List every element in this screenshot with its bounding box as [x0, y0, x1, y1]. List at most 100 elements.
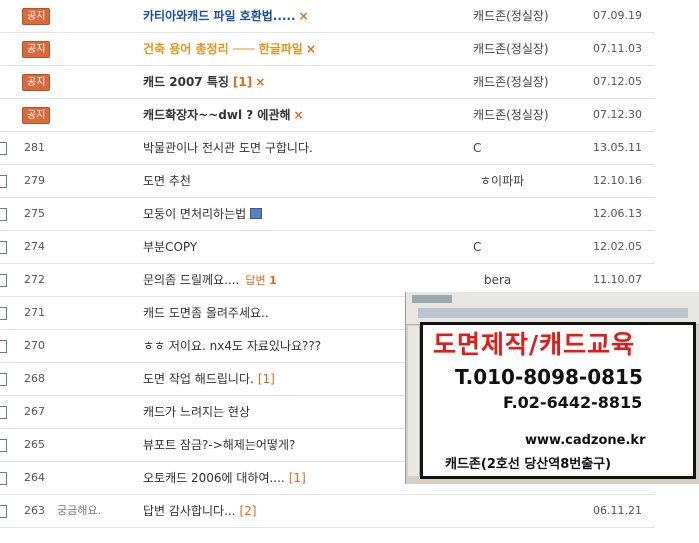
- toolbar-strip: [412, 295, 452, 303]
- post-row: 279 도면 추천 ㅎ이파파 12.10.16: [0, 165, 655, 198]
- post-number: 281: [24, 141, 45, 154]
- reply-label: 답변: [245, 274, 266, 287]
- post-date: 12.10.16: [593, 174, 642, 187]
- post-title-link[interactable]: 도면 작업 해드립니다. [1]: [143, 363, 275, 395]
- post-date: 12.02.05: [593, 240, 642, 253]
- comment-count: [2]: [239, 504, 257, 518]
- author-name[interactable]: C: [473, 231, 481, 263]
- post-number: 267: [24, 405, 45, 418]
- post-number: 272: [24, 273, 45, 286]
- post-date: 12.06.13: [593, 207, 642, 220]
- author-name[interactable]: 캐드존(정실장): [473, 99, 549, 131]
- notice-row: 공지 캐드 2007 특징 [1] × 캐드존(정실장) 07.12.05: [0, 66, 655, 99]
- post-title-text[interactable]: 문의좀 드릴께요....: [143, 273, 239, 287]
- notice-title-text[interactable]: 건축 용어 총정리 ─── 한글파일: [143, 42, 303, 56]
- post-date: 13.05.11: [593, 141, 642, 154]
- notice-row: 공지 건축 용어 총정리 ─── 한글파일 × 캐드존(정실장) 07.11.03: [0, 33, 655, 66]
- row-checkbox[interactable]: [0, 208, 7, 221]
- attachment-icon: [250, 208, 263, 219]
- notice-badge: 공지: [22, 107, 51, 124]
- reply-count: 1: [269, 274, 277, 287]
- comment-count: [1]: [257, 372, 275, 386]
- ad-panel: 도면제작/캐드교육 T.010-8098-0815 F.02-6442-8815…: [420, 322, 696, 479]
- post-row: 274 부분COPY C 12.02.05: [0, 231, 655, 264]
- ad-phone: T.010-8098-0815: [455, 365, 643, 389]
- post-title-link[interactable]: 문의좀 드릴께요.... 답변 1: [143, 264, 277, 297]
- post-title-link[interactable]: ㅎㅎ 저이요. nx4도 자료있나요???: [143, 330, 321, 362]
- notice-badge: 공지: [22, 74, 51, 91]
- post-title-link[interactable]: 답변 감사합니다... [2]: [143, 495, 257, 527]
- ad-fax: F.02-6442-8815: [503, 393, 643, 412]
- post-title-link[interactable]: 캐드 도면좀 올려주세요..: [143, 297, 269, 329]
- cad-side-toolbar-graphic: [408, 326, 420, 476]
- post-date: 07.12.30: [593, 108, 642, 121]
- post-category[interactable]: 궁금해요.: [57, 495, 101, 527]
- post-number: 274: [24, 240, 45, 253]
- post-title-text[interactable]: 답변 감사합니다...: [143, 504, 236, 518]
- comment-count: [1]: [288, 471, 306, 485]
- comment-count: [1]: [232, 75, 253, 89]
- post-row: 275 모둥이 면처리하는법 12.06.13: [0, 198, 655, 231]
- post-title-link[interactable]: 오토캐드 2006에 대하여.... [1]: [143, 462, 306, 494]
- close-icon: ×: [298, 9, 309, 23]
- post-number: 264: [24, 471, 45, 484]
- notice-badge: 공지: [22, 8, 51, 25]
- row-checkbox[interactable]: [0, 307, 7, 320]
- close-icon: ×: [305, 42, 316, 56]
- author-name[interactable]: 캐드존(정실장): [473, 66, 549, 98]
- toolbar-strip: [418, 308, 688, 318]
- notice-title-text[interactable]: 캐드 2007 특징: [143, 75, 229, 89]
- ad-address: 캐드존(2호선 당산역8번출구): [445, 457, 612, 472]
- post-title-link[interactable]: 부분COPY: [143, 231, 197, 263]
- author-name[interactable]: 캐드존(정실장): [473, 0, 549, 32]
- author-name[interactable]: C: [473, 132, 481, 164]
- row-checkbox[interactable]: [0, 439, 7, 452]
- post-title-text[interactable]: 모둥이 면처리하는법: [143, 207, 246, 221]
- row-checkbox[interactable]: [0, 340, 7, 353]
- post-date: 07.11.03: [593, 42, 642, 55]
- row-checkbox[interactable]: [0, 472, 7, 485]
- post-row: 281 박물관이나 전시관 도면 구합니다. C 13.05.11: [0, 132, 655, 165]
- author-name[interactable]: ㅎ이파파: [480, 165, 524, 197]
- row-checkbox[interactable]: [0, 505, 7, 518]
- post-title-link[interactable]: 도면 추천: [143, 165, 191, 197]
- row-checkbox[interactable]: [0, 241, 7, 254]
- author-name[interactable]: 캐드존(정실장): [473, 33, 549, 65]
- post-date: 07.12.05: [593, 75, 642, 88]
- row-checkbox[interactable]: [0, 274, 7, 287]
- notice-title-link[interactable]: 캐드 2007 특징 [1] ×: [143, 66, 265, 98]
- notice-title-text[interactable]: 카티아와캐드 파일 호환법.....: [143, 9, 296, 23]
- row-checkbox[interactable]: [0, 142, 7, 155]
- reply-tag: 답변 1: [245, 274, 276, 287]
- post-number: 279: [24, 174, 45, 187]
- cadzone-advertisement[interactable]: 도면제작/캐드교육 T.010-8098-0815 F.02-6442-8815…: [405, 292, 699, 484]
- close-icon: ×: [293, 108, 304, 122]
- post-title-link[interactable]: 뷰포트 잠금?->해제는어떻게?: [143, 429, 295, 461]
- cad-toolbar-graphic: [406, 292, 699, 325]
- post-title-text[interactable]: 도면 작업 해드립니다.: [143, 372, 254, 386]
- notice-title-link[interactable]: 건축 용어 총정리 ─── 한글파일 ×: [143, 33, 316, 65]
- post-number: 275: [24, 207, 45, 220]
- notice-title-link[interactable]: 캐드확장자~~dwl ? 에관해 ×: [143, 99, 304, 131]
- row-checkbox[interactable]: [0, 406, 7, 419]
- post-number: 265: [24, 438, 45, 451]
- post-date: 07.09.19: [593, 9, 642, 22]
- ad-website: www.cadzone.kr: [525, 433, 646, 448]
- post-number: 270: [24, 339, 45, 352]
- notice-title-link[interactable]: 카티아와캐드 파일 호환법..... ×: [143, 0, 309, 32]
- post-number: 271: [24, 306, 45, 319]
- post-number: 263: [24, 504, 45, 517]
- post-row: 263 궁금해요. 답변 감사합니다... [2] 06.11.21: [0, 495, 655, 528]
- post-title-text[interactable]: 오토캐드 2006에 대하여....: [143, 471, 285, 485]
- notice-title-text[interactable]: 캐드확장자~~dwl ? 에관해: [143, 108, 291, 122]
- notice-row: 공지 카티아와캐드 파일 호환법..... × 캐드존(정실장) 07.09.19: [0, 0, 655, 33]
- row-checkbox[interactable]: [0, 175, 7, 188]
- post-title-link[interactable]: 박물관이나 전시관 도면 구합니다.: [143, 132, 313, 164]
- notice-row: 공지 캐드확장자~~dwl ? 에관해 × 캐드존(정실장) 07.12.30: [0, 99, 655, 132]
- post-number: 268: [24, 372, 45, 385]
- row-checkbox[interactable]: [0, 373, 7, 386]
- post-title-link[interactable]: 캐드가 느려지는 현상: [143, 396, 250, 428]
- notice-badge: 공지: [22, 41, 51, 58]
- close-icon: ×: [255, 75, 266, 89]
- post-title-link[interactable]: 모둥이 면처리하는법: [143, 198, 263, 230]
